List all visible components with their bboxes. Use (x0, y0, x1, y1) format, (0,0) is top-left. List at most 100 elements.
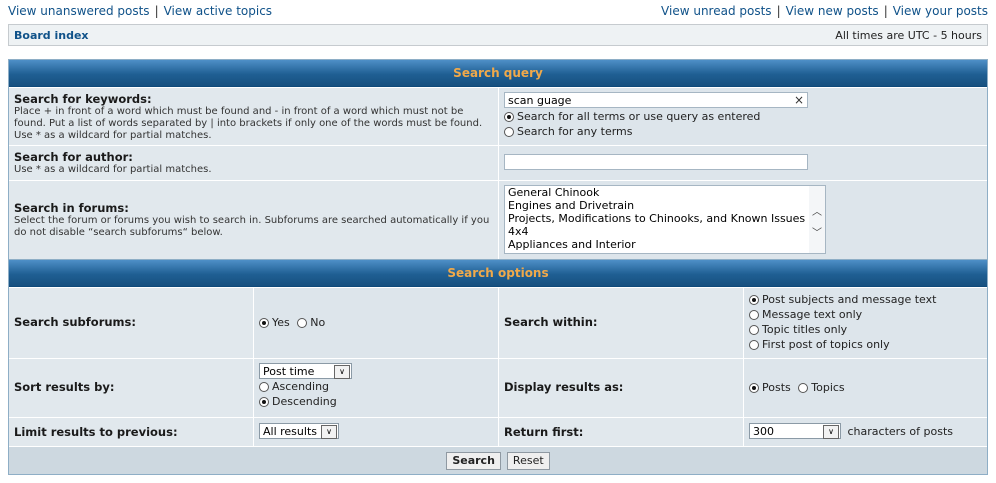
keywords-value-cell: scan guage × Search for all terms or use… (499, 88, 987, 145)
subforums-value-cell: Yes No (254, 288, 499, 358)
within-value-cell: Post subjects and message text Message t… (744, 288, 987, 358)
descending-label: Descending (272, 395, 337, 408)
link-separator: | (776, 4, 781, 18)
chevron-down-icon[interactable]: ∨ (334, 365, 350, 379)
keywords-input-value: scan guage (508, 94, 572, 107)
ascending-label: Ascending (272, 380, 330, 393)
terms-all-option[interactable]: Search for all terms or use query as ent… (504, 109, 982, 124)
limit-value-cell: All results ∨ (254, 418, 499, 446)
forum-option[interactable]: General Chinook (505, 186, 825, 199)
chevron-down-icon[interactable]: ﹀ (812, 224, 822, 239)
keywords-row: Search for keywords: Place + in front of… (9, 87, 987, 145)
sort-label: Sort results by: (14, 380, 115, 394)
return-select-value: 300 (753, 425, 774, 438)
within-label: Search within: (504, 315, 598, 329)
top-links-right: View unread posts | View new posts | View yo… (661, 4, 988, 18)
within-radio[interactable] (749, 295, 759, 305)
subforums-no-radio[interactable] (297, 318, 308, 328)
terms-any-radio[interactable] (504, 127, 514, 137)
subforums-yes-option[interactable]: Yes (259, 316, 290, 329)
sort-select[interactable]: Post time ∨ (259, 363, 352, 379)
timezone-text: All times are UTC - 5 hours (835, 29, 982, 42)
sort-value-cell: Post time ∨ Ascending Descending (254, 359, 499, 417)
display-posts-radio[interactable] (749, 383, 759, 393)
top-links: View unanswered posts | View active topics… (0, 0, 996, 22)
subforums-yes-radio[interactable] (259, 318, 269, 328)
ascending-radio[interactable] (259, 382, 269, 392)
return-label-cell: Return first: (499, 418, 744, 446)
author-value-cell (499, 146, 987, 180)
author-label: Search for author: (14, 150, 133, 164)
chevron-up-icon[interactable]: ︿ (812, 203, 822, 218)
within-label-cell: Search within: (499, 288, 744, 358)
author-input[interactable] (504, 154, 808, 170)
keywords-explain: Place + in front of a word which must be… (14, 106, 483, 141)
within-option[interactable]: Post subjects and message text (749, 292, 982, 307)
display-posts-option[interactable]: Posts (749, 381, 791, 394)
terms-any-option[interactable]: Search for any terms (504, 124, 982, 139)
forums-listbox[interactable]: General Chinook Engines and Drivetrain P… (504, 185, 826, 254)
subforums-no-option[interactable]: No (297, 316, 325, 329)
within-radio[interactable] (749, 325, 759, 335)
buttons-row: Search Reset (9, 446, 987, 474)
link-separator: | (154, 4, 159, 18)
view-unanswered-link[interactable]: View unanswered posts (8, 4, 150, 18)
author-label-cell: Search for author: Use * as a wildcard f… (9, 146, 499, 180)
limit-label-cell: Limit results to previous: (9, 418, 254, 446)
navbar: Board index All times are UTC - 5 hours (8, 24, 988, 46)
descending-radio[interactable] (259, 397, 269, 407)
subforums-row: Search subforums: Yes No Search within: … (9, 287, 987, 358)
keywords-input[interactable]: scan guage × (504, 92, 808, 108)
display-topics-option[interactable]: Topics (798, 381, 845, 394)
view-active-link[interactable]: View active topics (164, 4, 272, 18)
search-options-panel: Search options Search subforums: Yes No … (8, 259, 988, 475)
link-separator: | (883, 4, 888, 18)
forums-value-cell: General Chinook Engines and Drivetrain P… (499, 181, 987, 260)
display-label-cell: Display results as: (499, 359, 744, 417)
search-options-heading: Search options (9, 260, 987, 287)
author-row: Search for author: Use * as a wildcard f… (9, 145, 987, 180)
ascending-option[interactable]: Ascending (259, 379, 493, 394)
descending-option[interactable]: Descending (259, 394, 493, 409)
forums-row: Search in forums: Select the forum or fo… (9, 180, 987, 260)
board-index-link[interactable]: Board index (14, 29, 89, 42)
forum-option[interactable]: Engines and Drivetrain (505, 199, 825, 212)
view-unread-link[interactable]: View unread posts (661, 4, 772, 18)
top-links-left: View unanswered posts | View active topics (8, 4, 272, 18)
reset-button[interactable]: Reset (506, 451, 550, 470)
forum-option[interactable]: 4x4 (505, 225, 825, 238)
forums-explain: Select the forum or forums you wish to s… (14, 215, 490, 238)
within-radio[interactable] (749, 340, 759, 350)
chevron-down-icon[interactable]: ∨ (823, 425, 839, 439)
display-topics-radio[interactable] (798, 383, 809, 393)
author-explain: Use * as a wildcard for partial matches. (14, 164, 212, 175)
display-topics-label: Topics (811, 381, 845, 394)
clear-icon[interactable]: × (794, 92, 804, 108)
subforums-label: Search subforums: (14, 315, 136, 329)
within-option-label: Message text only (762, 308, 863, 321)
sort-label-cell: Sort results by: (9, 359, 254, 417)
view-new-link[interactable]: View new posts (786, 4, 879, 18)
search-query-panel: Search query Search for keywords: Place … (8, 59, 988, 261)
within-radio[interactable] (749, 310, 759, 320)
display-posts-label: Posts (762, 381, 791, 394)
chevron-down-icon[interactable]: ∨ (321, 425, 337, 439)
terms-any-label: Search for any terms (517, 125, 633, 138)
within-option-label: Topic titles only (762, 323, 848, 336)
forum-option[interactable]: Appliances and Interior (505, 238, 825, 251)
search-query-heading: Search query (9, 60, 987, 87)
keywords-label: Search for keywords: (14, 92, 152, 106)
limit-select[interactable]: All results ∨ (259, 423, 339, 439)
view-yours-link[interactable]: View your posts (893, 4, 988, 18)
terms-all-radio[interactable] (504, 112, 514, 122)
listbox-scrollbar[interactable]: ︿ ﹀ (809, 186, 825, 253)
terms-all-label: Search for all terms or use query as ent… (517, 110, 761, 123)
return-select[interactable]: 300 ∨ (749, 423, 841, 439)
within-option[interactable]: Topic titles only (749, 322, 982, 337)
forum-option[interactable]: Projects, Modifications to Chinooks, and… (505, 212, 825, 225)
limit-select-value: All results (263, 425, 317, 438)
search-button[interactable]: Search (446, 451, 501, 470)
within-option[interactable]: Message text only (749, 307, 982, 322)
within-option[interactable]: First post of topics only (749, 337, 982, 352)
within-option-label: Post subjects and message text (762, 293, 937, 306)
